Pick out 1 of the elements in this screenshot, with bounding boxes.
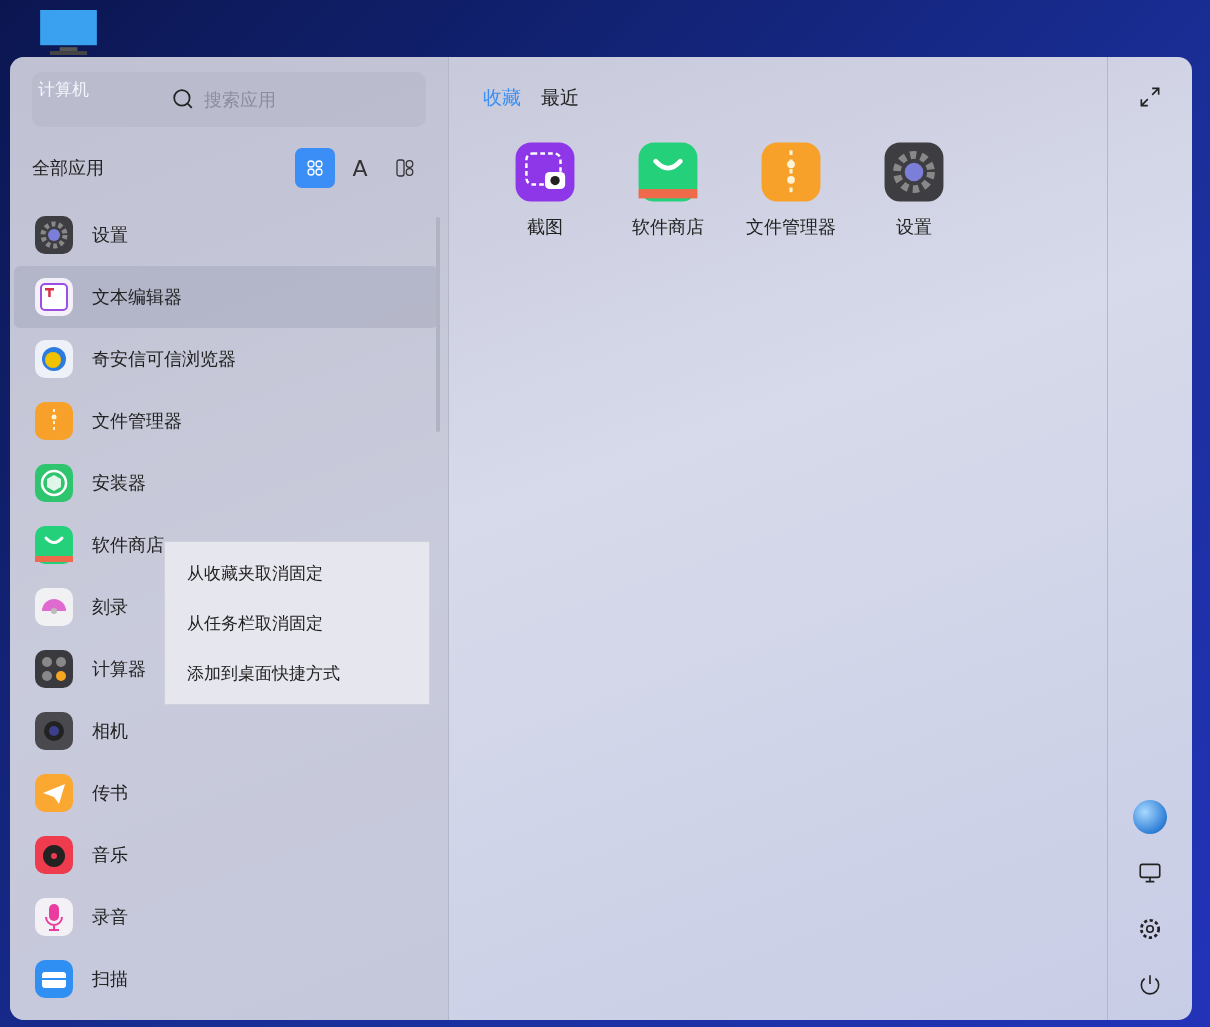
section-title: 全部应用: [32, 156, 104, 180]
